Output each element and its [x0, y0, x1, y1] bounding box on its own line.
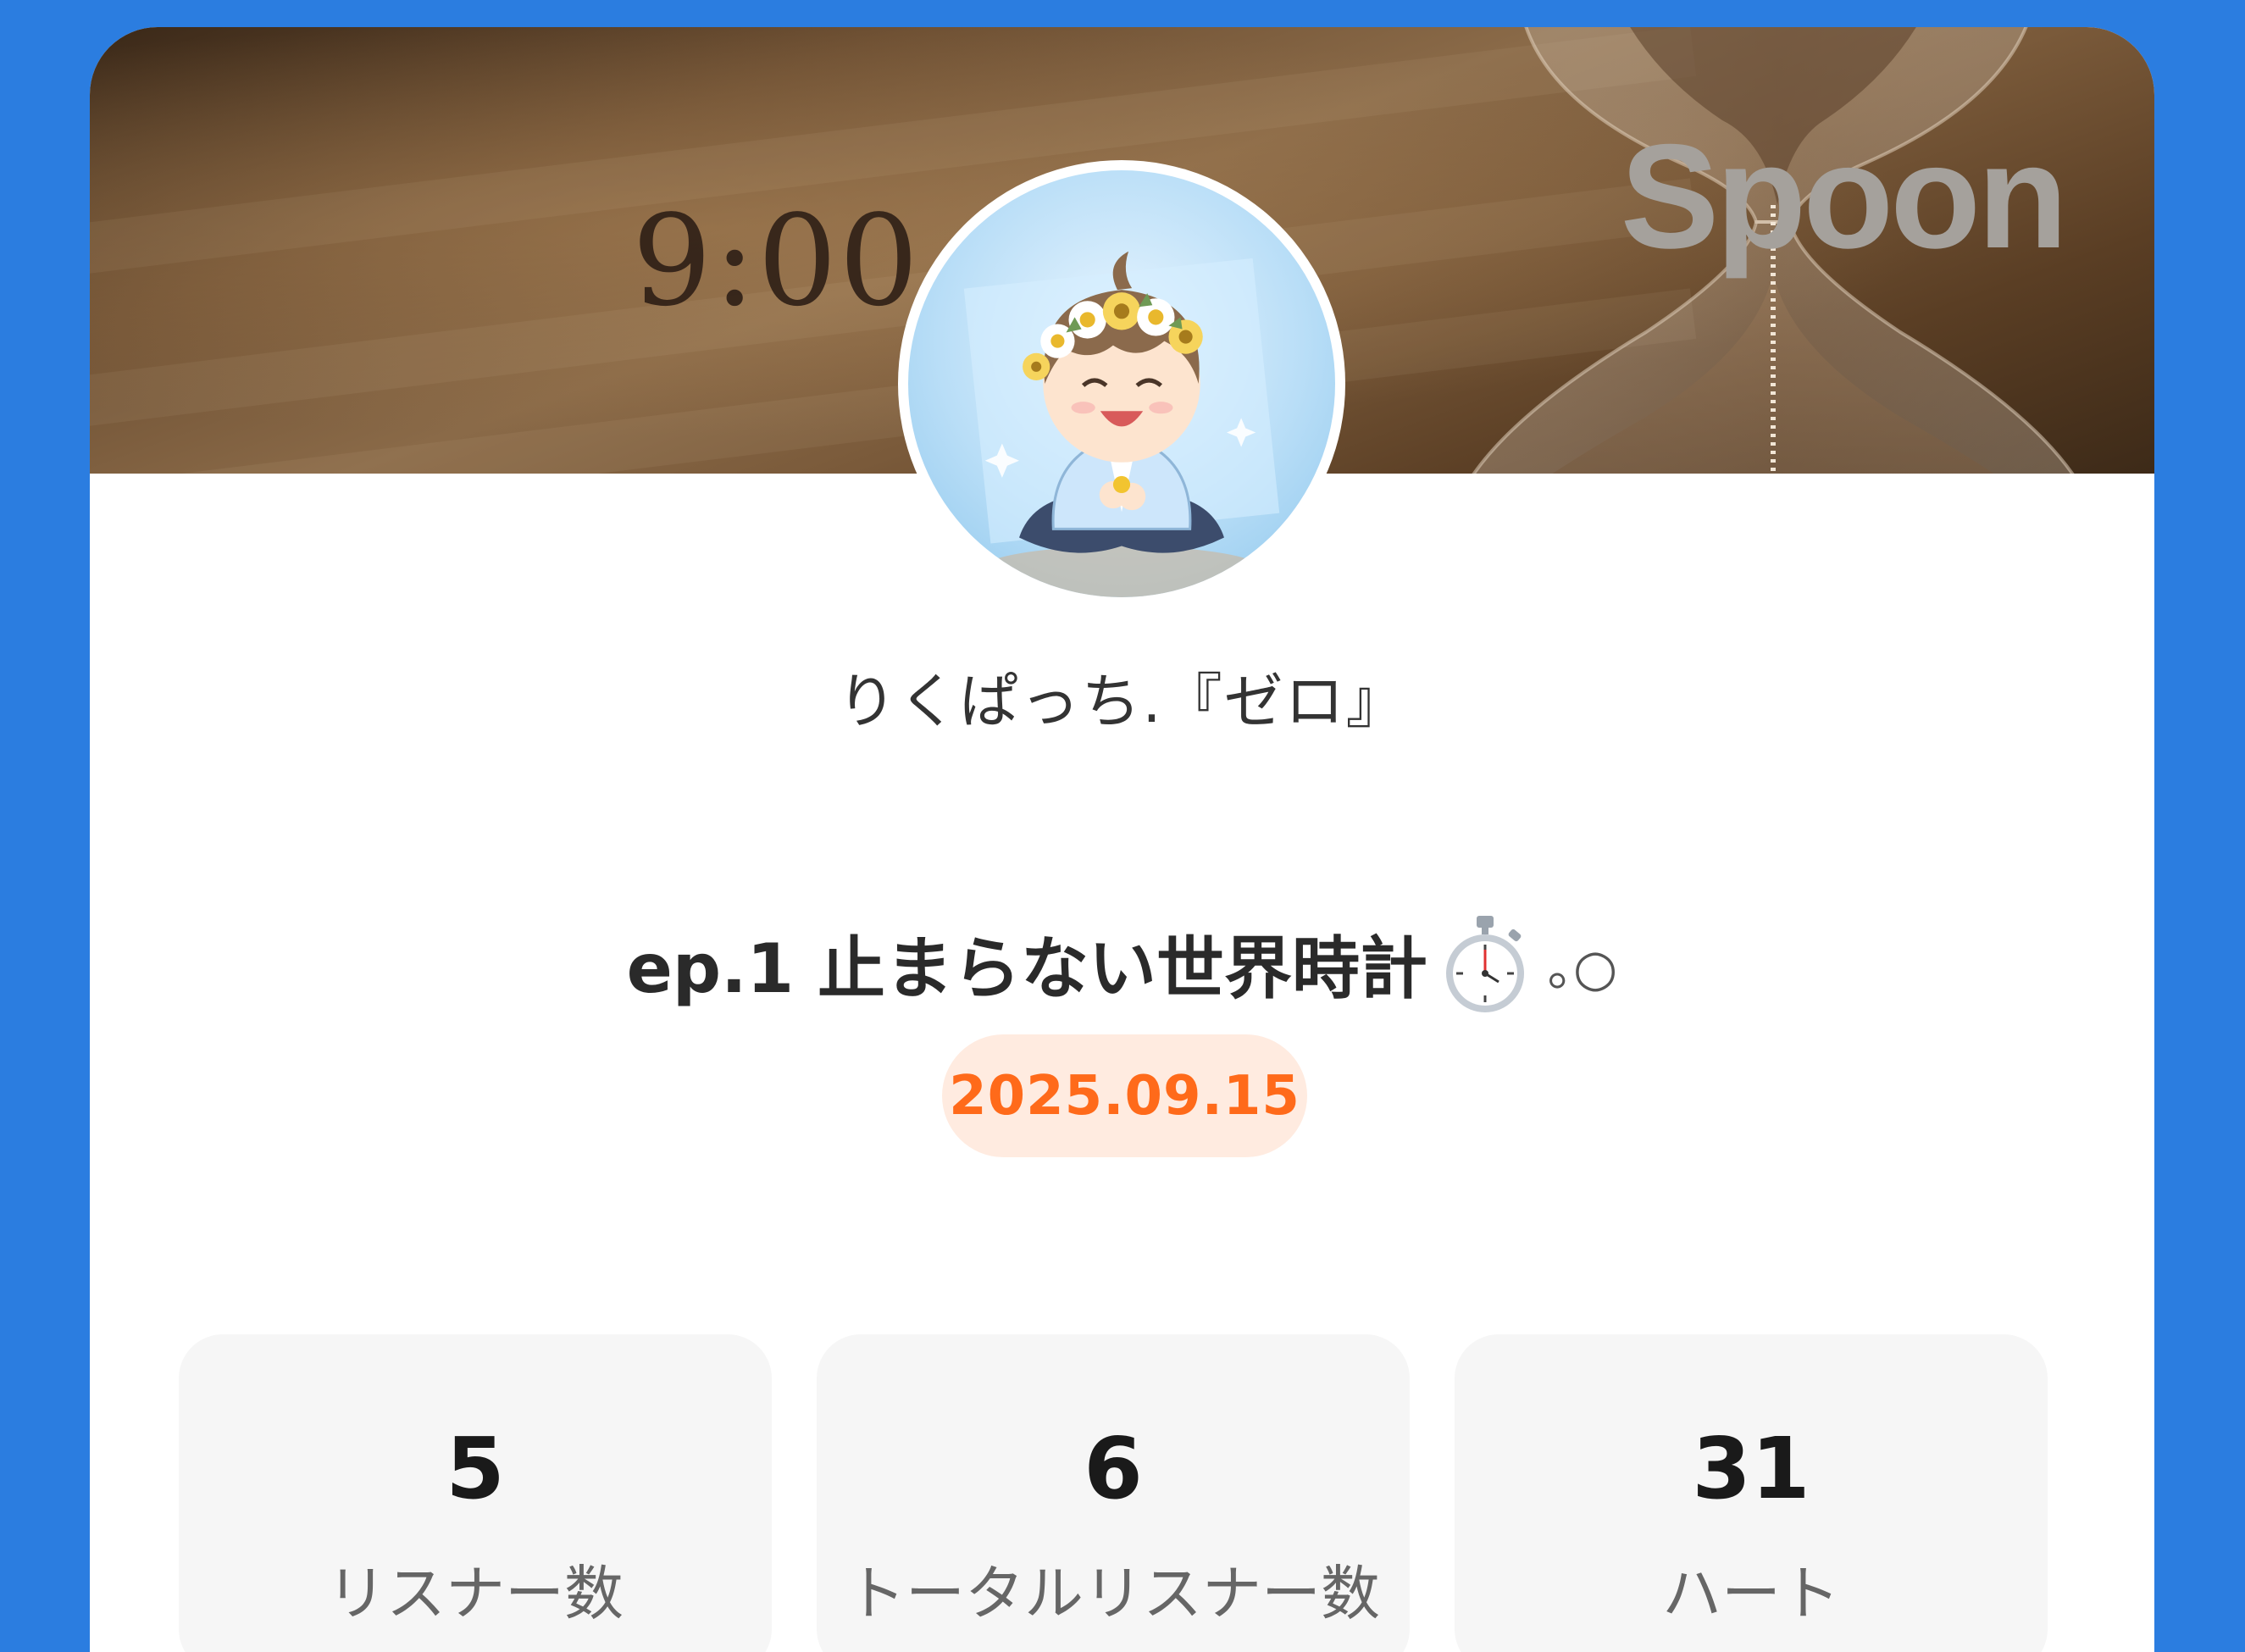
date-badge: 2025.09.15 [942, 1034, 1307, 1157]
stat-label: ハート [1662, 1559, 1840, 1628]
stat-value: 31 [1692, 1419, 1810, 1518]
profile-username: りくぱっち.『ゼロ』 [837, 667, 1407, 736]
live-summary-card: 9:00 Spoon りくぱっち.『ゼロ』 ep.1 止まらない世界時計 ｡○ … [90, 27, 2154, 1652]
stopwatch-icon [1446, 916, 1525, 1012]
stat-value: 5 [446, 1419, 505, 1518]
stat-label: トータルリスナー数 [846, 1559, 1380, 1628]
stat-listeners: 5 リスナー数 [179, 1334, 772, 1652]
stat-value: 6 [1084, 1419, 1143, 1518]
spoon-logo: Spoon [1620, 114, 2068, 280]
banner-time-text: 9:00 [632, 188, 921, 334]
stat-hearts: 31 ハート [1455, 1334, 2048, 1652]
episode-title: ep.1 止まらない世界時計 ｡○ [90, 912, 2154, 1014]
avatar-image [908, 170, 1335, 597]
episode-title-suffix: ｡○ [1548, 938, 1618, 998]
episode-title-text: ep.1 止まらない世界時計 [626, 929, 1428, 1008]
stat-label: リスナー数 [327, 1559, 624, 1628]
avatar[interactable] [898, 160, 1345, 607]
stat-total-listeners: 6 トータルリスナー数 [817, 1334, 1410, 1652]
